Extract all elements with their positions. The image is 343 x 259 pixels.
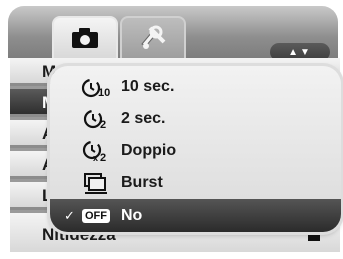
tab-setup[interactable]	[120, 16, 186, 62]
option-10sec[interactable]: 10 10 sec.	[50, 71, 341, 103]
self-timer-popup: 10 10 sec. 2 2 sec. x 2 Doppio Burst ✓ O…	[50, 66, 341, 232]
option-2sec[interactable]: 2 2 sec.	[50, 103, 341, 135]
option-label: No	[121, 206, 143, 224]
svg-text:x: x	[93, 153, 98, 163]
burst-icon	[80, 171, 112, 195]
self-timer-2s-icon: 2	[80, 107, 112, 131]
option-no[interactable]: ✓ OFF No	[50, 199, 341, 232]
camera-menu-screen: ▲▼ M M A A L Nitidezza	[0, 0, 343, 259]
off-icon: OFF	[80, 204, 112, 228]
self-timer-double-icon: x 2	[80, 139, 112, 163]
tab-strip: ▲▼	[8, 6, 338, 62]
svg-text:2: 2	[100, 152, 106, 163]
option-doppio[interactable]: x 2 Doppio	[50, 135, 341, 167]
option-label: Doppio	[121, 142, 177, 159]
svg-text:10: 10	[98, 87, 110, 99]
tab-camera[interactable]	[52, 16, 118, 62]
off-badge: OFF	[82, 208, 110, 223]
option-label: 10 sec.	[121, 78, 175, 95]
camera-icon	[70, 26, 100, 55]
self-timer-10s-icon: 10	[80, 75, 112, 99]
wrench-icon	[136, 24, 170, 57]
option-burst[interactable]: Burst	[50, 167, 341, 199]
check-icon: ✓	[64, 207, 75, 223]
option-label: 2 sec.	[121, 110, 166, 127]
svg-text:2: 2	[100, 119, 106, 131]
option-label: Burst	[121, 174, 163, 191]
